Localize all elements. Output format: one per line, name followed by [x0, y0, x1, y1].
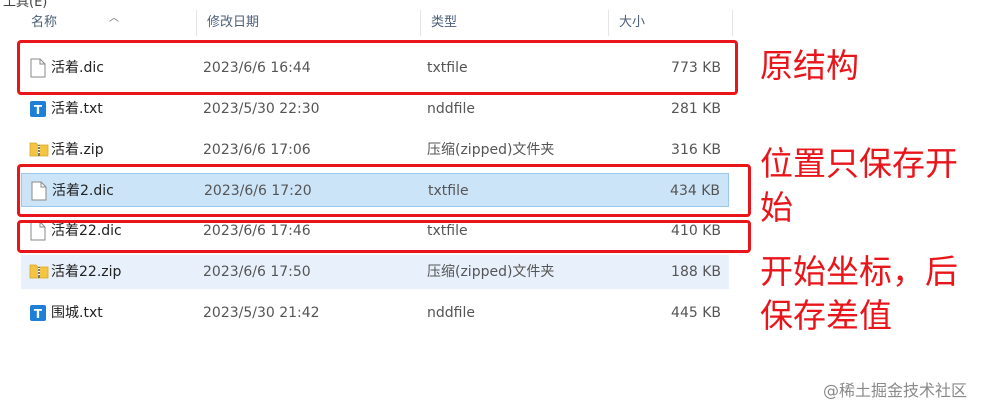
file-type: 压缩(zipped)文件夹 [427, 142, 555, 158]
path-fragment: 工具(E) [3, 0, 48, 10]
column-modified[interactable]: 修改日期 [197, 10, 421, 36]
file-row[interactable]: 活着.zip 2023/6/6 17:06 压缩(zipped)文件夹 316 KB [21, 133, 729, 167]
ndd-file-icon: T [29, 303, 47, 323]
file-size: 281 KB [671, 101, 721, 117]
file-type: 压缩(zipped)文件夹 [427, 264, 555, 280]
sort-ascending-icon: ︿ [109, 13, 119, 24]
svg-text:T: T [34, 307, 43, 321]
file-size: 445 KB [671, 305, 721, 321]
file-type: nddfile [427, 305, 475, 321]
file-modified: 2023/6/6 17:50 [203, 264, 311, 280]
highlight-box-delta [17, 220, 751, 253]
column-type-label: 类型 [431, 15, 458, 30]
annotation-delta-line2: 保存差值 [760, 296, 892, 335]
column-size[interactable]: 大小 [609, 10, 733, 36]
file-size: 188 KB [671, 264, 721, 280]
file-row[interactable]: T 围城.txt 2023/5/30 21:42 nddfile 445 KB [21, 296, 729, 330]
ndd-file-icon: T [29, 99, 47, 119]
column-modified-label: 修改日期 [207, 15, 260, 30]
file-modified: 2023/6/6 17:06 [203, 142, 311, 158]
file-name: 活着.zip [51, 142, 104, 158]
annotation-original-structure: 原结构 [760, 46, 859, 85]
highlight-box-position-start [17, 164, 751, 217]
highlight-box-original [17, 40, 738, 95]
annotation-start-only-line1: 位置只保存开 [760, 144, 958, 183]
file-type: nddfile [427, 101, 475, 117]
column-type[interactable]: 类型 [421, 10, 609, 36]
column-size-label: 大小 [619, 15, 646, 30]
zip-folder-icon [29, 140, 49, 160]
column-name-label: 名称 [31, 15, 58, 30]
file-size: 316 KB [671, 142, 721, 158]
file-name: 活着.txt [51, 101, 103, 117]
annotation-start-only-line2: 始 [760, 188, 793, 227]
column-name[interactable]: 名称 ︿ [21, 10, 197, 36]
file-name: 围城.txt [51, 305, 103, 321]
file-row[interactable]: 活着22.zip 2023/6/6 17:50 压缩(zipped)文件夹 188 K… [21, 255, 729, 289]
annotation-delta-line1: 开始坐标，后 [760, 252, 958, 291]
column-header: 名称 ︿ 修改日期 类型 大小 [21, 10, 733, 36]
watermark: @稀土掘金技术社区 [822, 381, 967, 400]
zip-folder-icon [29, 262, 49, 282]
file-modified: 2023/5/30 21:42 [203, 305, 320, 321]
svg-text:T: T [34, 103, 43, 117]
file-name: 活着22.zip [51, 264, 122, 280]
file-row[interactable]: T 活着.txt 2023/5/30 22:30 nddfile 281 KB [21, 92, 729, 126]
file-modified: 2023/5/30 22:30 [203, 101, 320, 117]
